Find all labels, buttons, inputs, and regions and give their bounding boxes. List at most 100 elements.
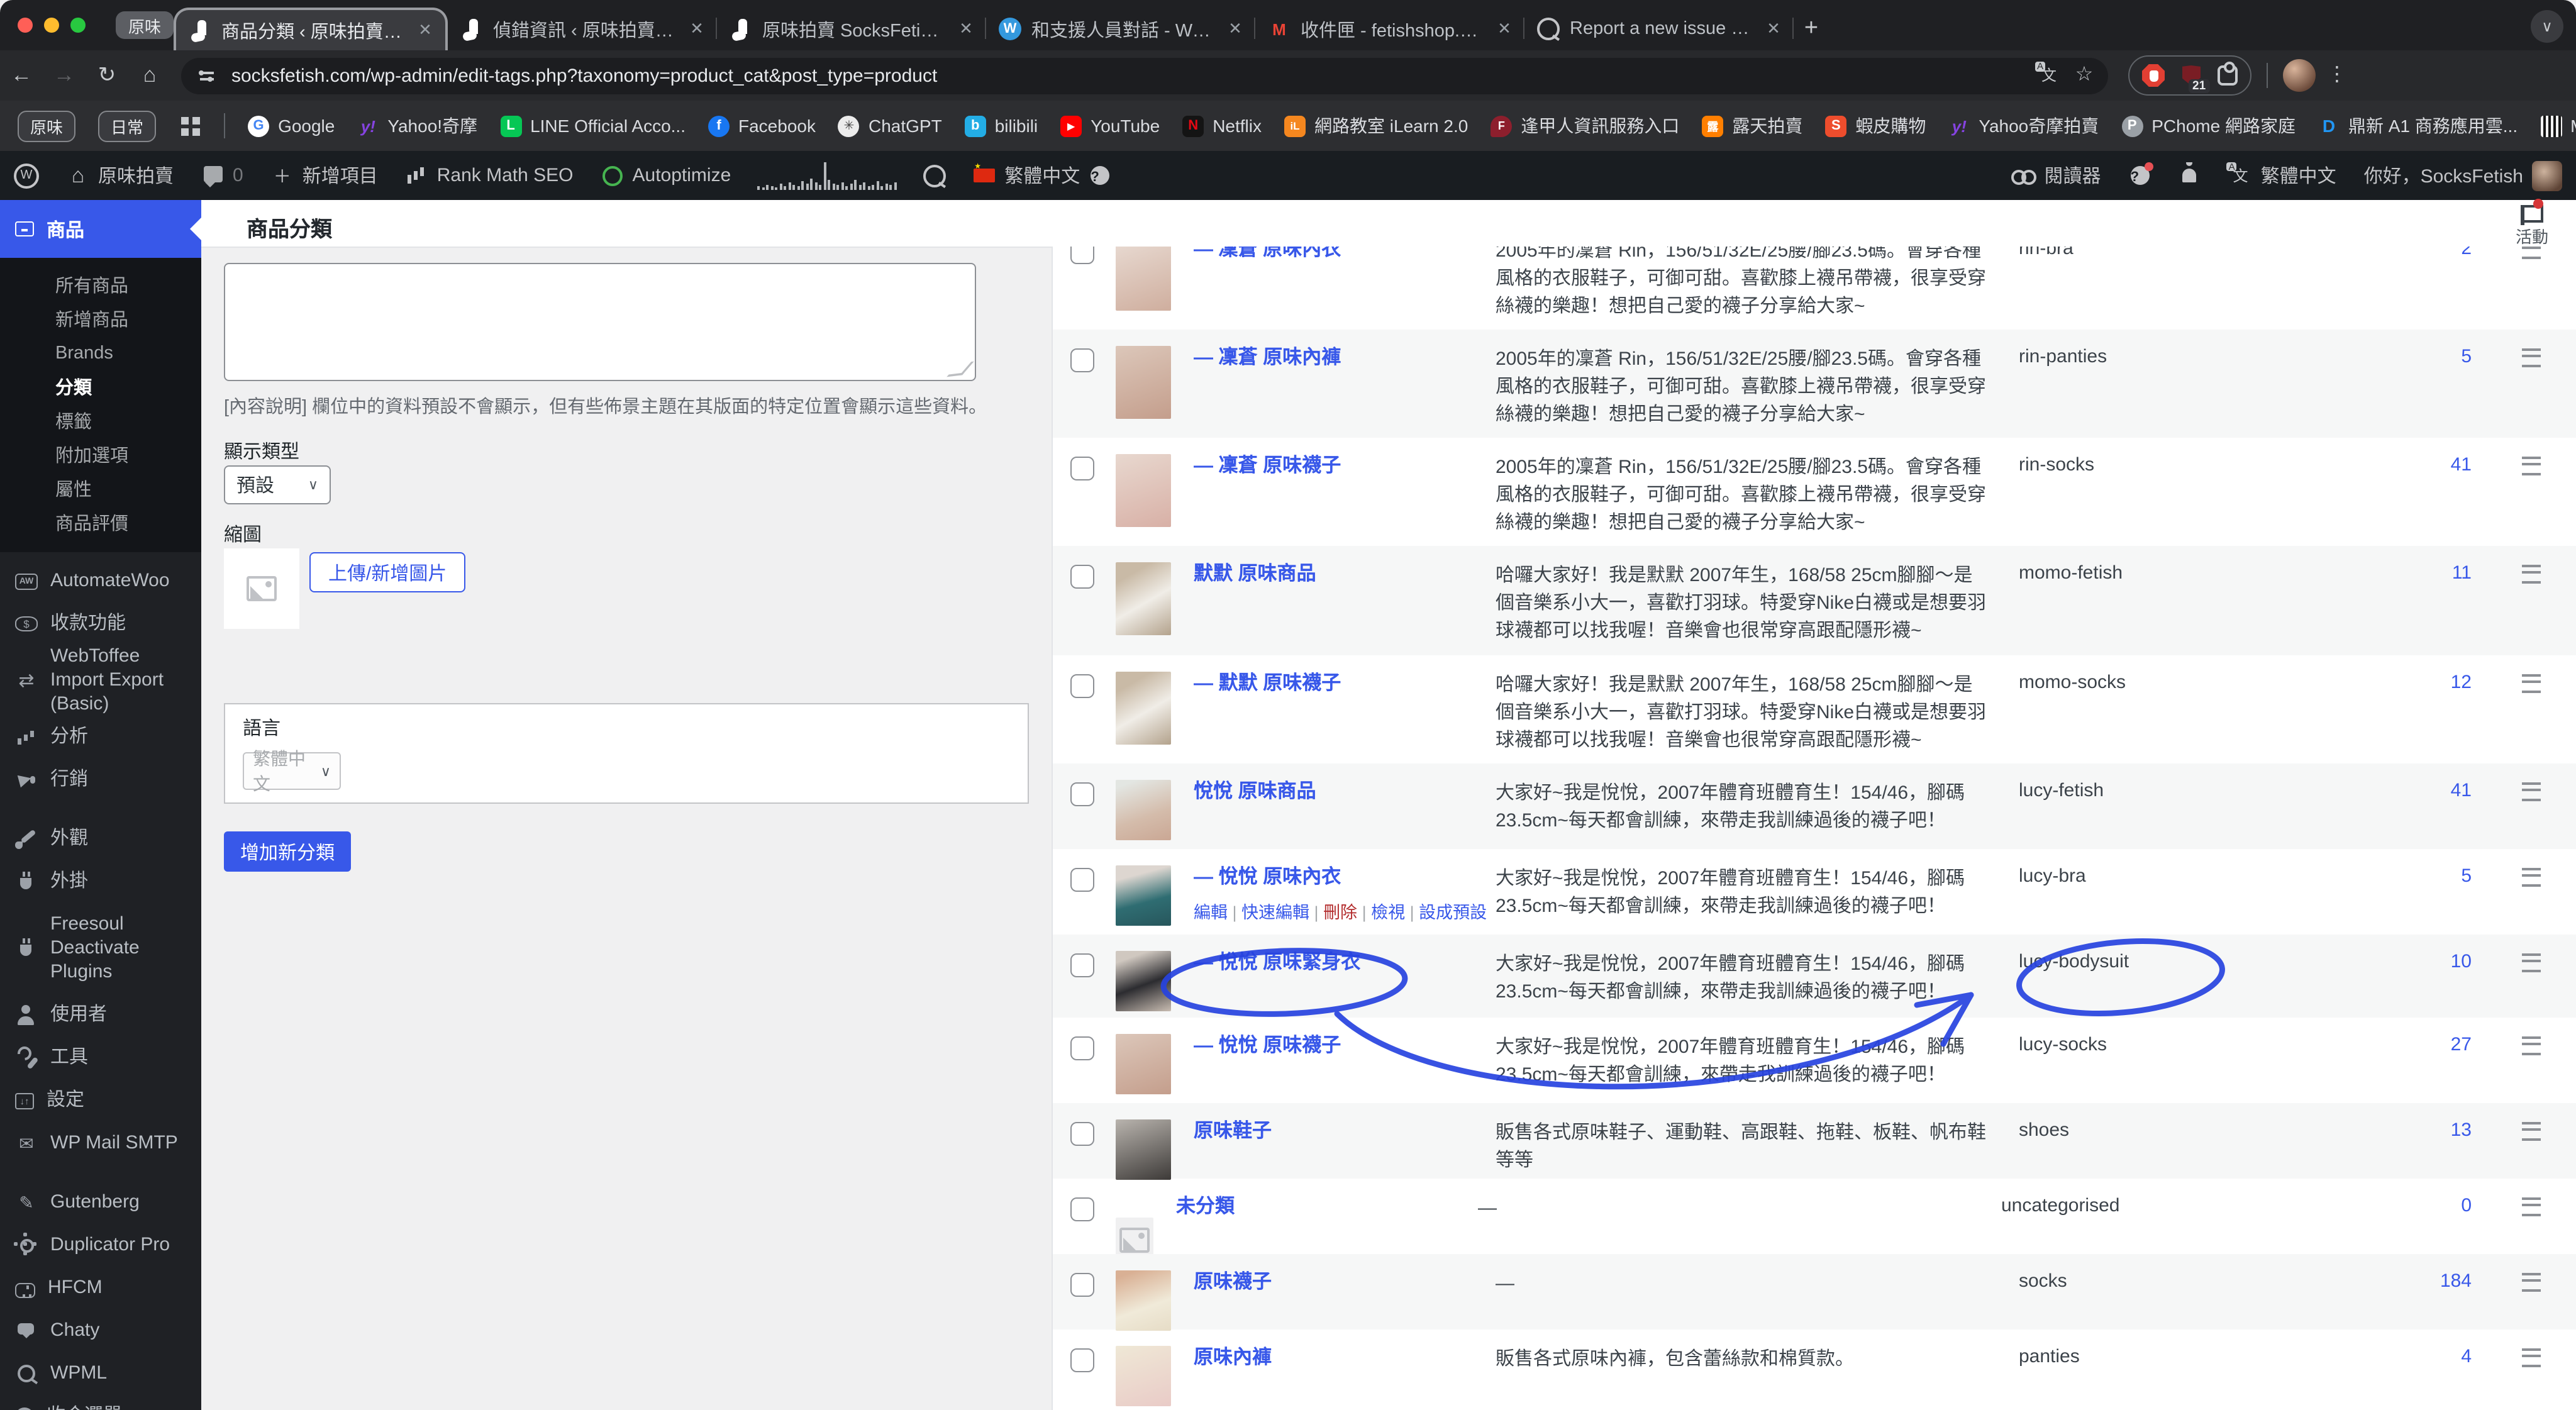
tab-close-icon[interactable]: ✕	[1763, 19, 1784, 39]
zoom-window-button[interactable]	[70, 18, 86, 33]
row-checkbox[interactable]	[1070, 674, 1094, 698]
address-bar[interactable]: socksfetish.com/wp-admin/edit-tags.php?t…	[181, 57, 2108, 94]
bookmark-item[interactable]: LINE Official Acco...	[500, 115, 686, 136]
sidebar-item-外掛[interactable]: 外掛	[0, 861, 201, 904]
bookmark-item[interactable]: bilibili	[964, 115, 1038, 136]
row-checkbox[interactable]	[1070, 782, 1094, 806]
display-type-select[interactable]: 預設 ∨	[224, 465, 331, 504]
bookmark-item[interactable]: 露天拍賣	[1702, 113, 1802, 138]
sidebar-item-wpml[interactable]: WPML	[0, 1353, 201, 1396]
row-checkbox[interactable]	[1070, 247, 1094, 264]
language-select[interactable]: 繁體中文 ∨	[243, 748, 341, 794]
comments-menu[interactable]: 0	[187, 151, 257, 200]
sidebar-item-收款功能[interactable]: 收款功能	[0, 602, 201, 645]
notifications-menu[interactable]	[2165, 151, 2216, 200]
sidebar-item-webtoffee-import-export-basic-[interactable]: WebToffee Import Export (Basic)	[0, 645, 201, 716]
back-icon[interactable]: ←	[0, 63, 43, 88]
category-name-link[interactable]: — 悅悅 原味襪子	[1194, 1034, 1496, 1060]
wpml-support-menu[interactable]	[909, 151, 959, 200]
category-count-link[interactable]: 41	[2384, 454, 2472, 475]
wp-logo-menu[interactable]	[0, 151, 53, 200]
row-thumbnail[interactable]	[1116, 865, 1171, 926]
sidebar-subitem-Brands[interactable]: Brands	[0, 336, 201, 370]
row-checkbox[interactable]	[1070, 1273, 1094, 1297]
row-checkbox[interactable]	[1070, 565, 1094, 589]
category-name-link[interactable]: 未分類	[1176, 1195, 1478, 1221]
row-action-刪除[interactable]: 刪除	[1323, 903, 1357, 922]
row-menu-icon[interactable]	[2522, 1122, 2541, 1141]
sidebar-item-外觀[interactable]: 外觀	[0, 818, 201, 861]
row-checkbox[interactable]	[1070, 1348, 1094, 1372]
adblock-icon[interactable]	[2142, 64, 2165, 87]
bookmark-group-chip[interactable]: 原味	[18, 110, 76, 142]
category-name-link[interactable]: — 凜蒼 原味內衣	[1194, 247, 1496, 264]
category-name-link[interactable]: — 凜蒼 原味襪子	[1194, 454, 1496, 480]
sidebar-item-分析[interactable]: 分析	[0, 716, 201, 759]
row-thumbnail[interactable]	[1116, 1119, 1171, 1180]
browser-tab[interactable]: 商品分類 ‹ 原味拍賣 — WordPre ✕	[174, 8, 448, 50]
site-settings-icon[interactable]	[196, 64, 219, 87]
tab-search-chevron-icon[interactable]: ∨	[2531, 10, 2563, 43]
account-menu[interactable]: 你好，SocksFetish	[2350, 151, 2576, 200]
row-checkbox[interactable]	[1070, 953, 1094, 977]
language-switcher-menu[interactable]: 繁體中文	[959, 151, 1125, 200]
row-checkbox[interactable]	[1070, 457, 1094, 480]
row-thumbnail[interactable]	[1116, 454, 1171, 527]
browser-tab[interactable]: 偵錯資訊 ‹ 原味拍賣 — WordPre ✕	[448, 8, 717, 50]
browser-tab[interactable]: 收件匣 - fetishshop.25@gmail ✕	[1255, 8, 1524, 50]
profile-avatar[interactable]	[2283, 59, 2316, 92]
category-name-link[interactable]: — 悅悅 原味緊身衣	[1194, 951, 1496, 977]
description-textarea[interactable]	[224, 263, 976, 381]
bookmark-item[interactable]: Netflix	[1182, 115, 1262, 136]
sidebar-item-行銷[interactable]: 行銷	[0, 759, 201, 802]
new-tab-button[interactable]: +	[1794, 11, 1829, 47]
category-count-link[interactable]: 13	[2384, 1119, 2472, 1141]
autoptimize-menu[interactable]: Autoptimize	[587, 151, 745, 200]
browser-tab[interactable]: Report a new issue - WPML ✕	[1524, 8, 1794, 50]
sidebar-item-hfcm[interactable]: HFCM	[0, 1267, 201, 1310]
category-count-link[interactable]: 12	[2384, 672, 2472, 693]
bookmark-item[interactable]: PChome 網路家庭	[2121, 113, 2296, 138]
row-menu-icon[interactable]	[2522, 1348, 2541, 1367]
sidebar-subitem-新增商品[interactable]: 新增商品	[0, 302, 201, 336]
row-thumbnail[interactable]	[1116, 672, 1171, 745]
category-count-link[interactable]: 41	[2384, 780, 2472, 801]
minimize-window-button[interactable]	[44, 18, 59, 33]
extensions-puzzle-icon[interactable]	[2218, 62, 2238, 86]
category-count-link[interactable]: 184	[2384, 1270, 2472, 1292]
sidebar-item-wp-mail-smtp[interactable]: WP Mail SMTP	[0, 1123, 201, 1165]
bookmark-item[interactable]: Yahoo奇摩拍賣	[1948, 113, 2099, 138]
help-menu[interactable]	[2115, 151, 2165, 200]
row-thumbnail[interactable]	[1116, 346, 1171, 419]
bookmark-group-chip[interactable]: 日常	[98, 110, 157, 142]
row-menu-icon[interactable]	[2522, 348, 2541, 367]
browser-tab[interactable]: 原味拍賣 SocksFetish | 原味拍賣 ✕	[717, 8, 986, 50]
sidebar-item-automatewoo[interactable]: AutomateWoo	[0, 560, 201, 602]
row-thumbnail[interactable]	[1116, 951, 1171, 1011]
row-menu-icon[interactable]	[2522, 1036, 2541, 1055]
sidebar-item-設定[interactable]: 設定	[0, 1080, 201, 1123]
add-category-button[interactable]: 增加新分類	[224, 831, 352, 872]
row-menu-icon[interactable]	[2522, 674, 2541, 693]
category-count-link[interactable]: 2	[2384, 247, 2472, 259]
bookmark-star-icon[interactable]	[2073, 64, 2096, 87]
bookmark-item[interactable]: 鼎新 A1 商務應用雲...	[2318, 113, 2518, 138]
tab-group-chip[interactable]: 原味	[116, 11, 174, 39]
category-name-link[interactable]: — 凜蒼 原味內褲	[1194, 346, 1496, 372]
upload-image-button[interactable]: 上傳/新增圖片	[309, 552, 466, 592]
row-menu-icon[interactable]	[2522, 782, 2541, 801]
row-action-快速編輯[interactable]: 快速編輯	[1241, 903, 1309, 922]
row-action-編輯[interactable]: 編輯	[1194, 903, 1228, 922]
row-action-設成預設[interactable]: 設成預設	[1419, 903, 1487, 922]
category-count-link[interactable]: 11	[2384, 562, 2472, 584]
category-name-link[interactable]: 悅悅 原味商品	[1194, 780, 1496, 806]
category-name-link[interactable]: — 悅悅 原味內衣	[1194, 865, 1496, 892]
category-name-link[interactable]: — 默默 原味襪子	[1194, 672, 1496, 698]
tab-close-icon[interactable]: ✕	[687, 19, 707, 39]
tab-close-icon[interactable]: ✕	[956, 19, 976, 39]
new-item-menu[interactable]: 新增項目	[257, 151, 392, 200]
bookmark-item[interactable]: 網路教室 iLearn 2.0	[1284, 113, 1468, 138]
category-count-link[interactable]: 5	[2384, 865, 2472, 887]
forward-icon[interactable]: →	[43, 63, 86, 88]
sidebar-subitem-商品評價[interactable]: 商品評價	[0, 506, 201, 540]
